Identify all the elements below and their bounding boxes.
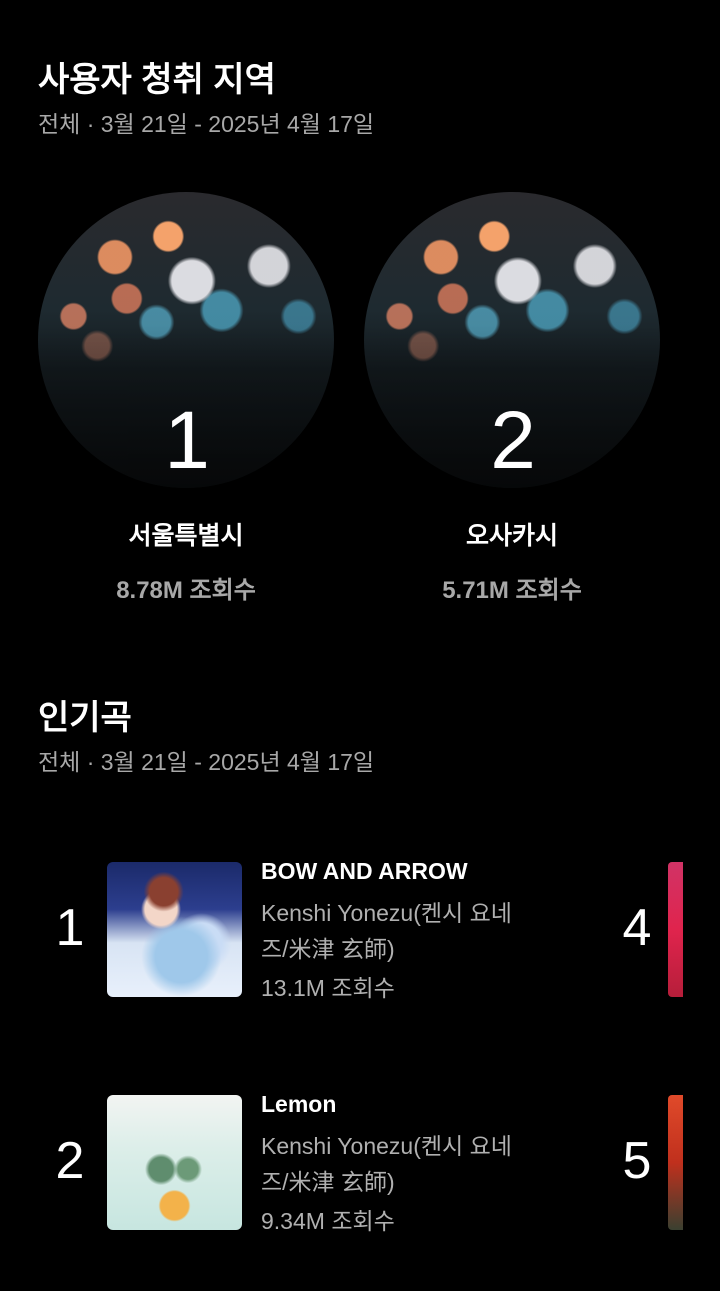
region-name: 오사카시 [465,522,558,550]
regions-date-range: 전체 · 3월 21일 - 2025년 4월 17일 [38,111,375,137]
song-artist-line-2: 즈/米津 玄師) [261,936,395,962]
songs-title: 인기곡 [38,699,132,737]
song-rank: 1 [55,899,85,957]
region-card-2[interactable]: 2 오사카시 5.71M 조회수 [362,192,662,605]
song-artist-line-1: Kenshi Yonezu(켄시 요네 [261,900,512,926]
song-views: 13.1M 조회수 [261,975,395,1001]
regions-title: 사용자 청취 지역 [38,61,276,99]
region-card-1[interactable]: 1 서울특별시 8.78M 조회수 [36,192,336,605]
song-title: Lemon [261,1091,337,1117]
album-art [107,1095,242,1230]
song-rank-peek: 4 [622,899,652,957]
region-views: 8.78M 조회수 [116,577,256,604]
songs-date-range: 전체 · 3월 21일 - 2025년 4월 17일 [38,749,375,775]
region-views: 5.71M 조회수 [442,577,582,604]
song-rank-peek: 5 [622,1132,652,1190]
region-name: 서울특별시 [128,522,244,550]
song-artist: Kenshi Yonezu(켄시 요네 즈/米津 玄師) [261,1128,561,1200]
song-title: BOW AND ARROW [261,858,468,884]
album-art-peek[interactable] [668,862,683,997]
region-rank: 1 [164,395,210,486]
song-row-2[interactable]: 2 Lemon Kenshi Yonezu(켄시 요네 즈/米津 玄師) 9.3… [38,1091,561,1235]
region-image: 2 [364,192,660,488]
region-image: 1 [38,192,334,488]
song-artist-line-2: 즈/米津 玄師) [261,1169,395,1195]
song-views: 9.34M 조회수 [261,1208,395,1234]
song-artist-line-1: Kenshi Yonezu(켄시 요네 [261,1133,512,1159]
song-artist: Kenshi Yonezu(켄시 요네 즈/米津 玄師) [261,895,561,967]
album-art [107,862,242,997]
album-art-peek[interactable] [668,1095,683,1230]
song-rank: 2 [55,1132,85,1190]
region-rank: 2 [490,395,536,486]
song-row-1[interactable]: 1 BOW AND ARROW Kenshi Yonezu(켄시 요네 즈/米津… [38,858,561,1002]
